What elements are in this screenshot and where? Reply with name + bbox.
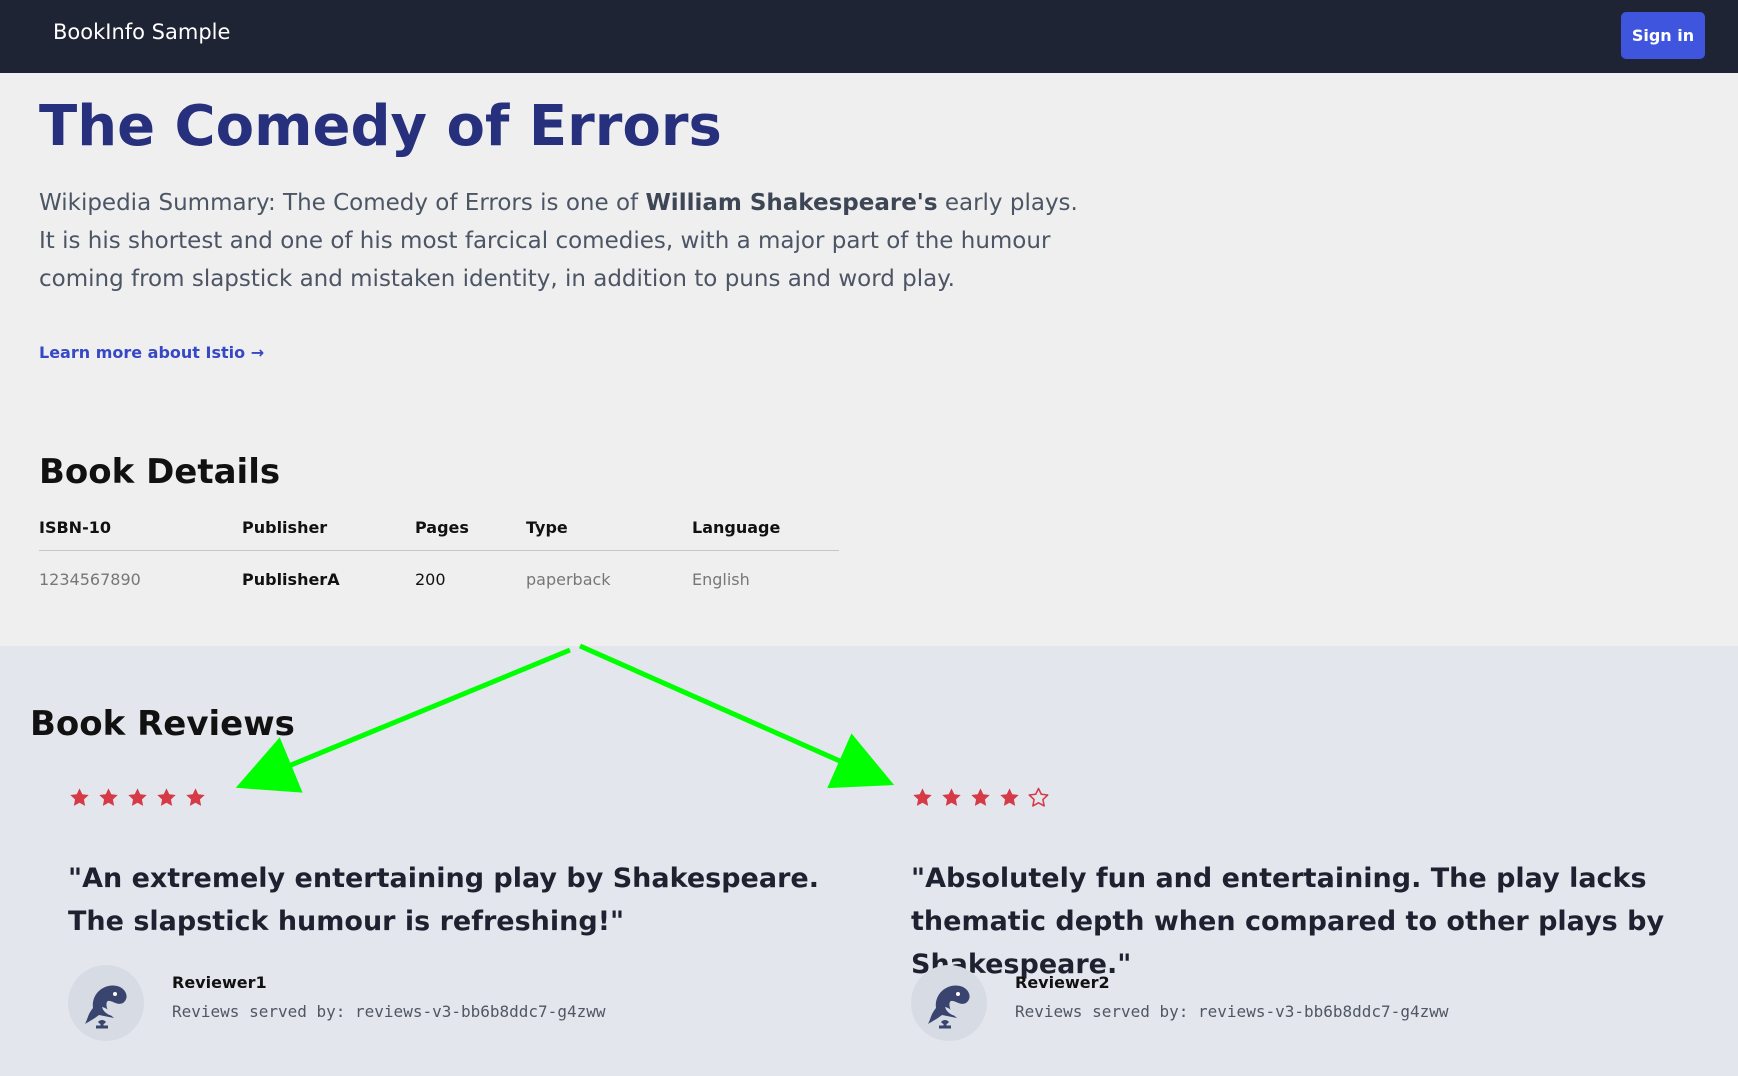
review-rating-2	[911, 782, 1701, 812]
empty-star-icon	[1028, 787, 1049, 807]
dolphin-icon	[928, 985, 970, 1029]
review-served-by-2: Reviews served by: reviews-v3-bb6b8ddc7-…	[1015, 1002, 1449, 1021]
publisher-header: Publisher	[242, 505, 415, 551]
reviewer-name-2: Reviewer2	[1015, 973, 1110, 992]
isbn-header: ISBN-10	[39, 505, 242, 551]
details-row: 1234567890 PublisherA 200 paperback Engl…	[39, 551, 839, 609]
book-details-table: ISBN-10 Publisher Pages Type Language 12…	[39, 505, 839, 608]
dolphin-avatar-icon	[911, 965, 987, 1041]
book-reviews-title: Book Reviews	[30, 704, 295, 744]
book-details-title: Book Details	[39, 452, 281, 492]
top-navigation-bar: BookInfo Sample Sign in	[0, 0, 1738, 73]
isbn-value: 1234567890	[39, 570, 141, 589]
review-quote-1: "An extremely entertaining play by Shake…	[68, 863, 819, 937]
app-brand[interactable]: BookInfo Sample	[53, 20, 230, 44]
dolphin-icon	[85, 985, 127, 1029]
review-card-1: "An extremely entertaining play by Shake…	[68, 782, 858, 1041]
wikipedia-summary: Wikipedia Summary: The Comedy of Errors …	[39, 184, 1099, 298]
review-card-2: "Absolutely fun and entertaining. The pl…	[911, 782, 1701, 1041]
reviewer-name-1: Reviewer1	[172, 973, 267, 992]
summary-author: William Shakespeare's	[645, 190, 938, 216]
summary-prefix: Wikipedia Summary: The Comedy of Errors …	[39, 190, 646, 216]
star-icon	[70, 787, 89, 806]
page-title: The Comedy of Errors	[39, 94, 722, 159]
star-icon	[99, 787, 118, 806]
star-icon	[913, 787, 932, 806]
review-rating-1	[68, 782, 858, 812]
book-summary-section: The Comedy of Errors Wikipedia Summary: …	[39, 92, 1099, 298]
star-icon	[942, 787, 961, 806]
star-icon	[971, 787, 990, 806]
learn-more-link[interactable]: Learn more about Istio →	[39, 343, 264, 362]
star-icon	[1000, 787, 1019, 806]
dolphin-avatar-icon	[68, 965, 144, 1041]
details-header-row: ISBN-10 Publisher Pages Type Language	[39, 505, 839, 551]
pages-value: 200	[415, 570, 446, 589]
type-value: paperback	[526, 570, 611, 589]
publisher-value: PublisherA	[242, 570, 340, 589]
language-value: English	[692, 570, 750, 589]
star-icon	[157, 787, 176, 806]
sign-in-button[interactable]: Sign in	[1621, 12, 1705, 59]
review-quote-2: "Absolutely fun and entertaining. The pl…	[911, 863, 1665, 980]
language-header: Language	[692, 505, 839, 551]
pages-header: Pages	[415, 505, 526, 551]
type-header: Type	[526, 505, 692, 551]
star-icon	[186, 787, 205, 806]
review-served-by-1: Reviews served by: reviews-v3-bb6b8ddc7-…	[172, 1002, 606, 1021]
star-icon	[128, 787, 147, 806]
